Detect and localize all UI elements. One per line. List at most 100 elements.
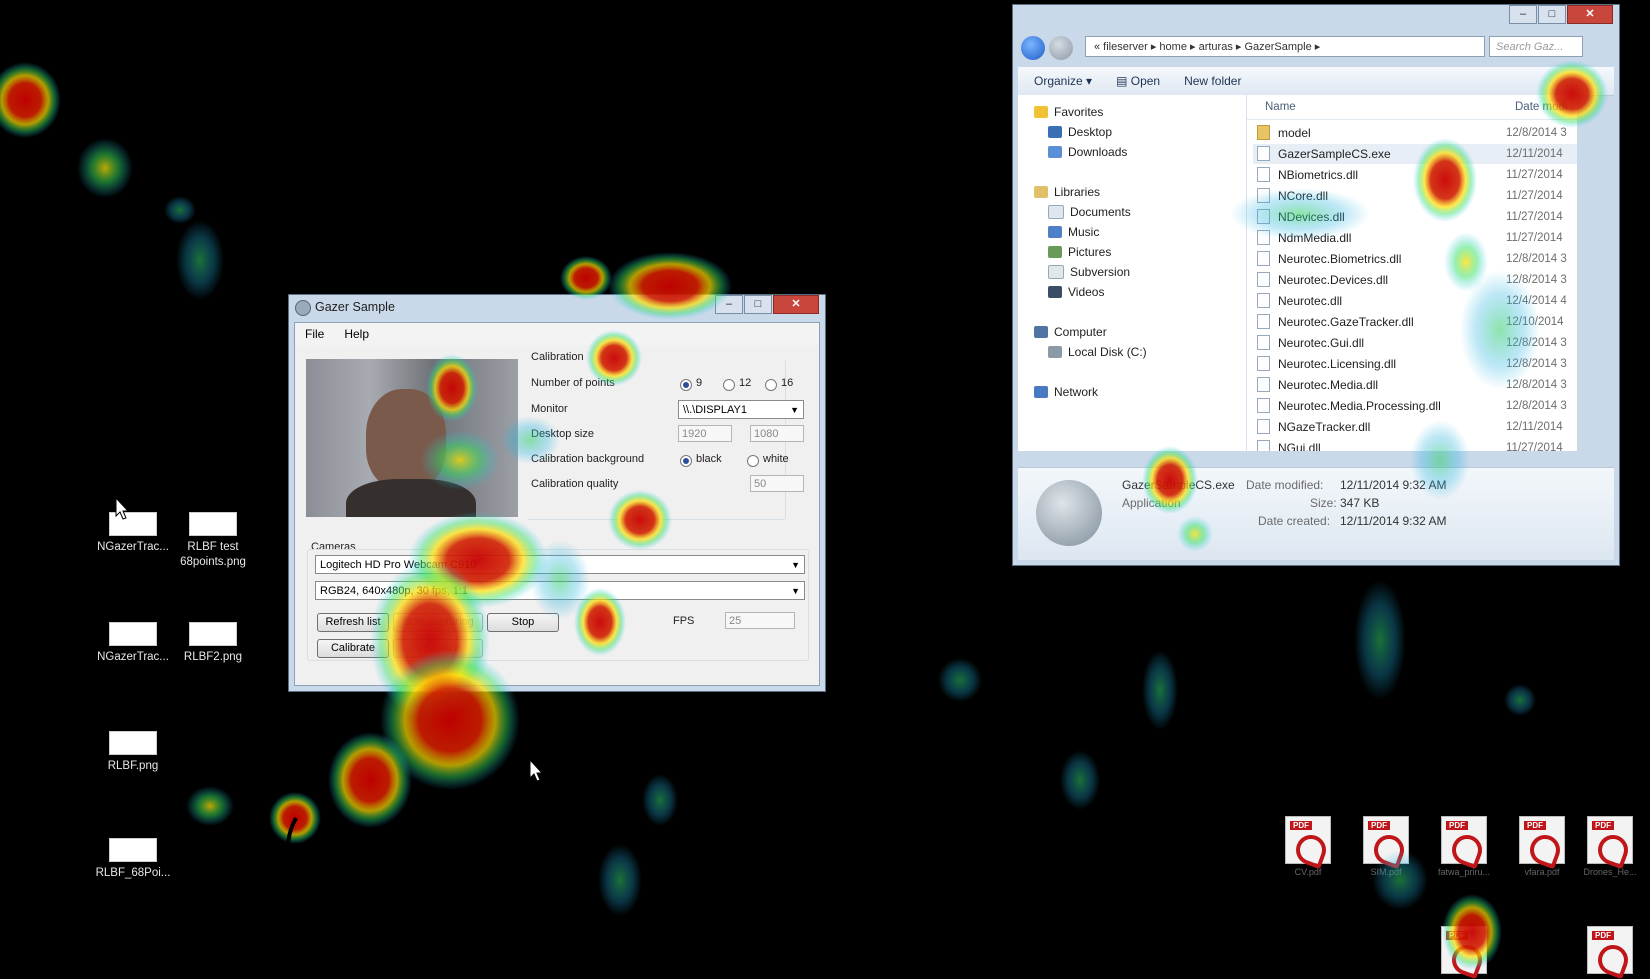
file-row[interactable]: Neurotec.Media.dll 12/8/2014 3 — [1253, 375, 1577, 395]
file-name: Neurotec.Licensing.dll — [1278, 357, 1397, 371]
back-arrow-icon[interactable] — [1021, 36, 1045, 60]
nav-local-disk[interactable]: Local Disk (C:) — [1048, 345, 1147, 359]
points-9-label: 9 — [696, 377, 703, 389]
file-icon — [1257, 230, 1270, 245]
file-row[interactable]: Neurotec.Devices.dll 12/8/2014 3 — [1253, 270, 1577, 290]
file-row[interactable]: NGui.dll 11/27/2014 — [1253, 438, 1577, 451]
file-icon — [1257, 419, 1270, 434]
explorer-toolbar: Organize ▾ ▤ Open New folder — [1018, 67, 1614, 96]
file-row[interactable]: NdmMedia.dll 11/27/2014 — [1253, 228, 1577, 248]
image-thumbnail-icon — [109, 512, 157, 536]
maximize-button[interactable]: □ — [744, 295, 772, 314]
gazer-titlebar[interactable]: Gazer Sample ‒ □ ✕ — [289, 295, 825, 319]
bg-black-radio[interactable] — [680, 455, 692, 467]
nav-network[interactable]: Network — [1034, 385, 1098, 399]
nav-desktop[interactable]: Desktop — [1048, 125, 1112, 139]
nav-music[interactable]: Music — [1048, 225, 1099, 239]
file-row[interactable]: Neurotec.dll 12/4/2014 4 — [1253, 291, 1577, 311]
star-icon — [1034, 106, 1048, 118]
file-row[interactable]: NGazeTracker.dll 12/11/2014 — [1253, 417, 1577, 437]
application-icon — [1036, 480, 1102, 546]
file-row[interactable]: model 12/8/2014 3 — [1253, 123, 1577, 143]
nav-libraries[interactable]: Libraries — [1034, 185, 1100, 199]
column-date-modified[interactable]: Date modi — [1515, 101, 1567, 113]
file-row[interactable]: Neurotec.Licensing.dll 12/8/2014 3 — [1253, 354, 1577, 374]
desktop-icon-rlbf2[interactable]: RLBF2.png — [168, 622, 258, 665]
camera-select[interactable]: Logitech HD Pro Webcam C910 ▼ — [315, 555, 805, 574]
points-16-radio[interactable] — [765, 379, 777, 391]
nav-documents[interactable]: Documents — [1048, 205, 1131, 219]
column-name[interactable]: Name — [1265, 101, 1296, 113]
start-capturing-button[interactable]: Start capturing — [393, 613, 483, 632]
file-row[interactable]: Neurotec.Media.Processing.dll 12/8/2014 3 — [1253, 396, 1577, 416]
details-size-label: Size: — [1310, 496, 1337, 510]
window-title: Gazer Sample — [315, 300, 395, 314]
desktop-pdf-3[interactable]: PDF fatwa_priru... — [1424, 816, 1504, 877]
file-date: 12/4/2014 4 — [1506, 295, 1567, 307]
visualize-button[interactable]: Visualize — [393, 639, 483, 658]
minimize-button[interactable]: ‒ — [1509, 5, 1537, 24]
points-12-radio[interactable] — [723, 379, 735, 391]
file-date: 11/27/2014 — [1506, 232, 1563, 244]
desktop-icon-label: RLBF_68Poi... — [95, 867, 171, 879]
desktop-pdf-6[interactable]: PDF — [1424, 926, 1504, 979]
desktop-icon-label: fatwa_priru... — [1437, 867, 1491, 877]
desktop-icon-ngazertrac-2[interactable]: NGazerTrac... — [88, 622, 178, 665]
desktop-pdf-4[interactable]: PDF vfara.pdf — [1502, 816, 1582, 877]
address-bar[interactable]: « fileserver ▸ home ▸ arturas ▸ GazerSam… — [1085, 36, 1485, 57]
monitor-select[interactable]: \\.\DISPLAY1 ▼ — [678, 400, 804, 419]
file-row[interactable]: Neurotec.GazeTracker.dll 12/10/2014 — [1253, 312, 1577, 332]
documents-icon — [1048, 205, 1064, 219]
desktop-pdf-5[interactable]: PDF Drones_He... — [1572, 816, 1648, 877]
nav-computer[interactable]: Computer — [1034, 325, 1107, 339]
desktop-pdf-7[interactable]: PDF — [1572, 926, 1648, 979]
desktop-icon-rlbf-68poi[interactable]: RLBF_68Poi... — [88, 838, 178, 881]
refresh-list-button[interactable]: Refresh list — [317, 613, 389, 632]
file-row[interactable]: GazerSampleCS.exe 12/11/2014 — [1253, 144, 1577, 164]
file-row[interactable]: NDevices.dll 11/27/2014 — [1253, 207, 1577, 227]
file-row[interactable]: Neurotec.Biometrics.dll 12/8/2014 3 — [1253, 249, 1577, 269]
file-date: 11/27/2014 — [1506, 211, 1563, 223]
desktop-pdf-1[interactable]: PDF CV.pdf — [1268, 816, 1348, 877]
maximize-button[interactable]: □ — [1538, 5, 1566, 24]
nav-pictures[interactable]: Pictures — [1048, 245, 1111, 259]
search-input[interactable]: Search Gaz... — [1489, 36, 1583, 57]
nav-subversion[interactable]: Subversion — [1048, 265, 1130, 279]
desktop-icon-label: RLBF2.png — [183, 651, 243, 663]
menu-file[interactable]: File — [305, 327, 324, 341]
nav-favorites[interactable]: Favorites — [1034, 105, 1103, 119]
app-icon — [295, 300, 311, 316]
nav-videos[interactable]: Videos — [1048, 285, 1104, 299]
stop-button[interactable]: Stop — [487, 613, 559, 632]
file-icon — [1257, 209, 1270, 224]
bg-white-radio[interactable] — [747, 455, 759, 467]
details-modified-value: 12/11/2014 9:32 AM — [1340, 478, 1447, 492]
desktop-icon-rlbf-test[interactable]: RLBF test 68points.png — [168, 512, 258, 570]
pdf-file-icon: PDF — [1587, 816, 1633, 870]
minimize-button[interactable]: ‒ — [715, 295, 743, 314]
menu-help[interactable]: Help — [344, 327, 369, 341]
file-row[interactable]: Neurotec.Gui.dll 12/8/2014 3 — [1253, 333, 1577, 353]
close-button[interactable]: ✕ — [773, 295, 819, 314]
open-button[interactable]: ▤ Open — [1116, 74, 1160, 88]
calibrate-button[interactable]: Calibrate — [317, 639, 389, 658]
nav-downloads[interactable]: Downloads — [1048, 145, 1127, 159]
organize-button[interactable]: Organize ▾ — [1034, 74, 1092, 88]
new-folder-button[interactable]: New folder — [1184, 74, 1241, 88]
file-icon — [1257, 251, 1270, 266]
close-button[interactable]: ✕ — [1567, 5, 1613, 24]
desktop-icon-ngazertrac-1[interactable]: NGazerTrac... — [88, 512, 178, 555]
file-name: NGui.dll — [1278, 441, 1321, 451]
file-row[interactable]: NBiometrics.dll 11/27/2014 — [1253, 165, 1577, 185]
points-9-radio[interactable] — [680, 379, 692, 391]
desktop-pdf-2[interactable]: PDF SIM.pdf — [1346, 816, 1426, 877]
forward-arrow-icon[interactable] — [1049, 36, 1073, 60]
file-date: 11/27/2014 — [1506, 442, 1563, 451]
bg-white-label: white — [763, 453, 789, 465]
file-icon — [1257, 440, 1270, 451]
pictures-icon — [1048, 246, 1062, 258]
monitor-label: Monitor — [531, 403, 568, 415]
format-select[interactable]: RGB24, 640x480p, 30 fps, 1:1 ▼ — [315, 581, 805, 600]
desktop-icon-rlbf[interactable]: RLBF.png — [88, 731, 178, 774]
file-row[interactable]: NCore.dll 11/27/2014 — [1253, 186, 1577, 206]
